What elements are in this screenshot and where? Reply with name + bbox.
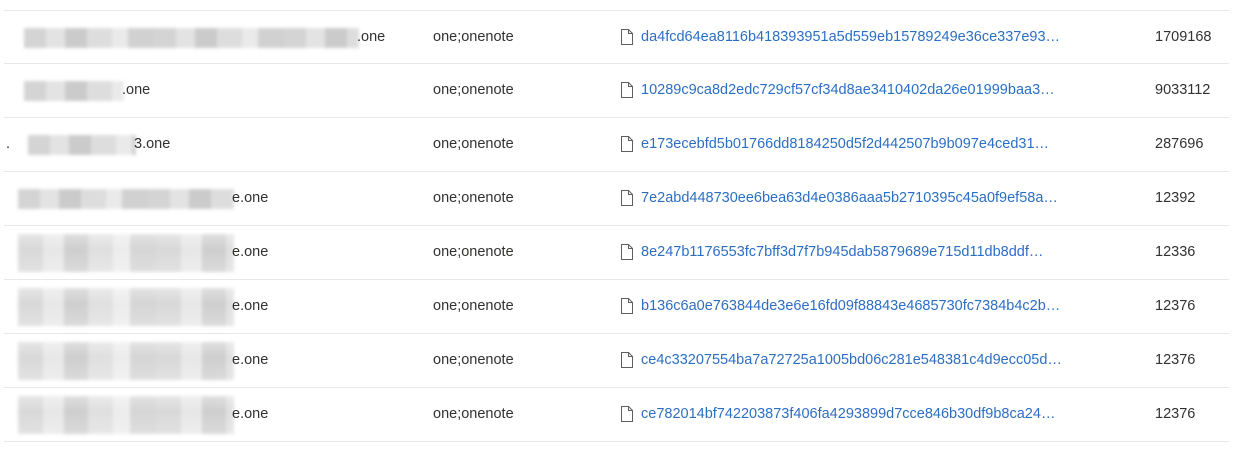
redacted-name <box>24 28 359 48</box>
file-link[interactable]: 7e2abd448730ee6bea63d4e0386aaa5b2710395c… <box>620 172 1058 225</box>
document-icon <box>620 243 634 260</box>
size-cell: 9033112 <box>1155 82 1211 98</box>
name-cell: .one <box>4 11 424 64</box>
table-row[interactable]: .one one;onenote 10289c9ca8d2edc729cf57c… <box>4 64 1229 118</box>
name-suffix: .one <box>122 82 151 98</box>
name-cell: e.one <box>4 280 424 333</box>
file-cell: da4fcd64ea8116b418393951a5d559eb15789249… <box>620 11 1152 64</box>
file-link[interactable]: e173ecebfd5b01766dd8184250d5f2d442507b9b… <box>620 118 1049 171</box>
table-row[interactable]: e.one one;onenote b136c6a0e763844de3e6e1… <box>4 280 1229 334</box>
name-cell: e.one <box>4 334 424 387</box>
document-icon <box>620 28 634 45</box>
document-icon <box>620 189 634 206</box>
size-cell: 1709168 <box>1155 29 1212 45</box>
file-cell: b136c6a0e763844de3e6e16fd09f88843e468573… <box>620 280 1152 333</box>
file-link[interactable]: b136c6a0e763844de3e6e16fd09f88843e468573… <box>620 280 1060 333</box>
size-cell: 12376 <box>1155 406 1196 422</box>
table-row[interactable]: e.one one;onenote ce4c33207554ba7a72725a… <box>4 334 1229 388</box>
name-cell: e.one <box>4 172 424 225</box>
file-hash: e173ecebfd5b01766dd8184250d5f2d442507b9b… <box>641 136 1050 152</box>
name-suffix: 3.one <box>134 136 171 152</box>
name-cell: .one <box>4 64 424 117</box>
size-cell: 12336 <box>1155 244 1196 260</box>
type-cell: one;onenote <box>433 82 514 98</box>
name-cell: e.one <box>4 226 424 279</box>
redacted-name <box>18 189 234 209</box>
name-suffix: e.one <box>232 298 269 314</box>
file-hash: 8e247b1176553fc7bff3d7f7b945dab5879689e7… <box>641 244 1044 260</box>
redacted-name <box>18 288 234 326</box>
type-cell: one;onenote <box>433 244 514 260</box>
name-suffix: e.one <box>232 244 269 260</box>
file-cell: ce782014bf742203873f406fa4293899d7cce846… <box>620 388 1152 441</box>
table-row[interactable]: e.one one;onenote 8e247b1176553fc7bff3d7… <box>4 226 1229 280</box>
type-cell: one;onenote <box>433 352 514 368</box>
name-suffix: e.one <box>232 352 269 368</box>
file-hash: ce4c33207554ba7a72725a1005bd06c281e54838… <box>641 352 1062 368</box>
file-hash: 10289c9ca8d2edc729cf57cf34d8ae3410402da2… <box>641 82 1055 98</box>
size-cell: 12392 <box>1155 190 1196 206</box>
table-row[interactable]: . 3.one one;onenote e173ecebfd5b01766dd8… <box>4 118 1229 172</box>
file-cell: ce4c33207554ba7a72725a1005bd06c281e54838… <box>620 334 1152 387</box>
name-suffix: .one <box>357 29 386 45</box>
document-icon <box>620 405 634 422</box>
file-table: .one one;onenote da4fcd64ea8116b41839395… <box>0 10 1243 442</box>
name-suffix: e.one <box>232 190 269 206</box>
redacted-name <box>18 234 234 272</box>
document-icon <box>620 81 634 98</box>
file-link[interactable]: 10289c9ca8d2edc729cf57cf34d8ae3410402da2… <box>620 64 1055 117</box>
file-hash: da4fcd64ea8116b418393951a5d559eb15789249… <box>641 29 1061 45</box>
redacted-name <box>18 342 234 380</box>
file-cell: 10289c9ca8d2edc729cf57cf34d8ae3410402da2… <box>620 64 1152 117</box>
file-cell: 8e247b1176553fc7bff3d7f7b945dab5879689e7… <box>620 226 1152 279</box>
table-row[interactable]: e.one one;onenote 7e2abd448730ee6bea63d4… <box>4 172 1229 226</box>
document-icon <box>620 135 634 152</box>
name-suffix: e.one <box>232 406 269 422</box>
type-cell: one;onenote <box>433 298 514 314</box>
table-row[interactable]: .one one;onenote da4fcd64ea8116b41839395… <box>4 10 1229 64</box>
type-cell: one;onenote <box>433 29 514 45</box>
file-hash: 7e2abd448730ee6bea63d4e0386aaa5b2710395c… <box>641 190 1058 206</box>
file-link[interactable]: ce782014bf742203873f406fa4293899d7cce846… <box>620 388 1055 441</box>
name-prefix: . <box>6 136 11 152</box>
document-icon <box>620 351 634 368</box>
redacted-name <box>28 135 136 155</box>
size-cell: 12376 <box>1155 298 1196 314</box>
file-link[interactable]: 8e247b1176553fc7bff3d7f7b945dab5879689e7… <box>620 226 1043 279</box>
file-link[interactable]: da4fcd64ea8116b418393951a5d559eb15789249… <box>620 11 1060 64</box>
table-row[interactable]: e.one one;onenote ce782014bf742203873f40… <box>4 388 1229 442</box>
file-cell: 7e2abd448730ee6bea63d4e0386aaa5b2710395c… <box>620 172 1152 225</box>
size-cell: 287696 <box>1155 136 1204 152</box>
type-cell: one;onenote <box>433 190 514 206</box>
document-icon <box>620 297 634 314</box>
type-cell: one;onenote <box>433 136 514 152</box>
file-link[interactable]: ce4c33207554ba7a72725a1005bd06c281e54838… <box>620 334 1062 387</box>
file-cell: e173ecebfd5b01766dd8184250d5f2d442507b9b… <box>620 118 1152 171</box>
type-cell: one;onenote <box>433 406 514 422</box>
file-hash: ce782014bf742203873f406fa4293899d7cce846… <box>641 406 1056 422</box>
name-cell: e.one <box>4 388 424 441</box>
redacted-name <box>24 81 124 101</box>
name-cell: . 3.one <box>4 118 424 171</box>
redacted-name <box>18 396 234 434</box>
size-cell: 12376 <box>1155 352 1196 368</box>
file-hash: b136c6a0e763844de3e6e16fd09f88843e468573… <box>641 298 1061 314</box>
